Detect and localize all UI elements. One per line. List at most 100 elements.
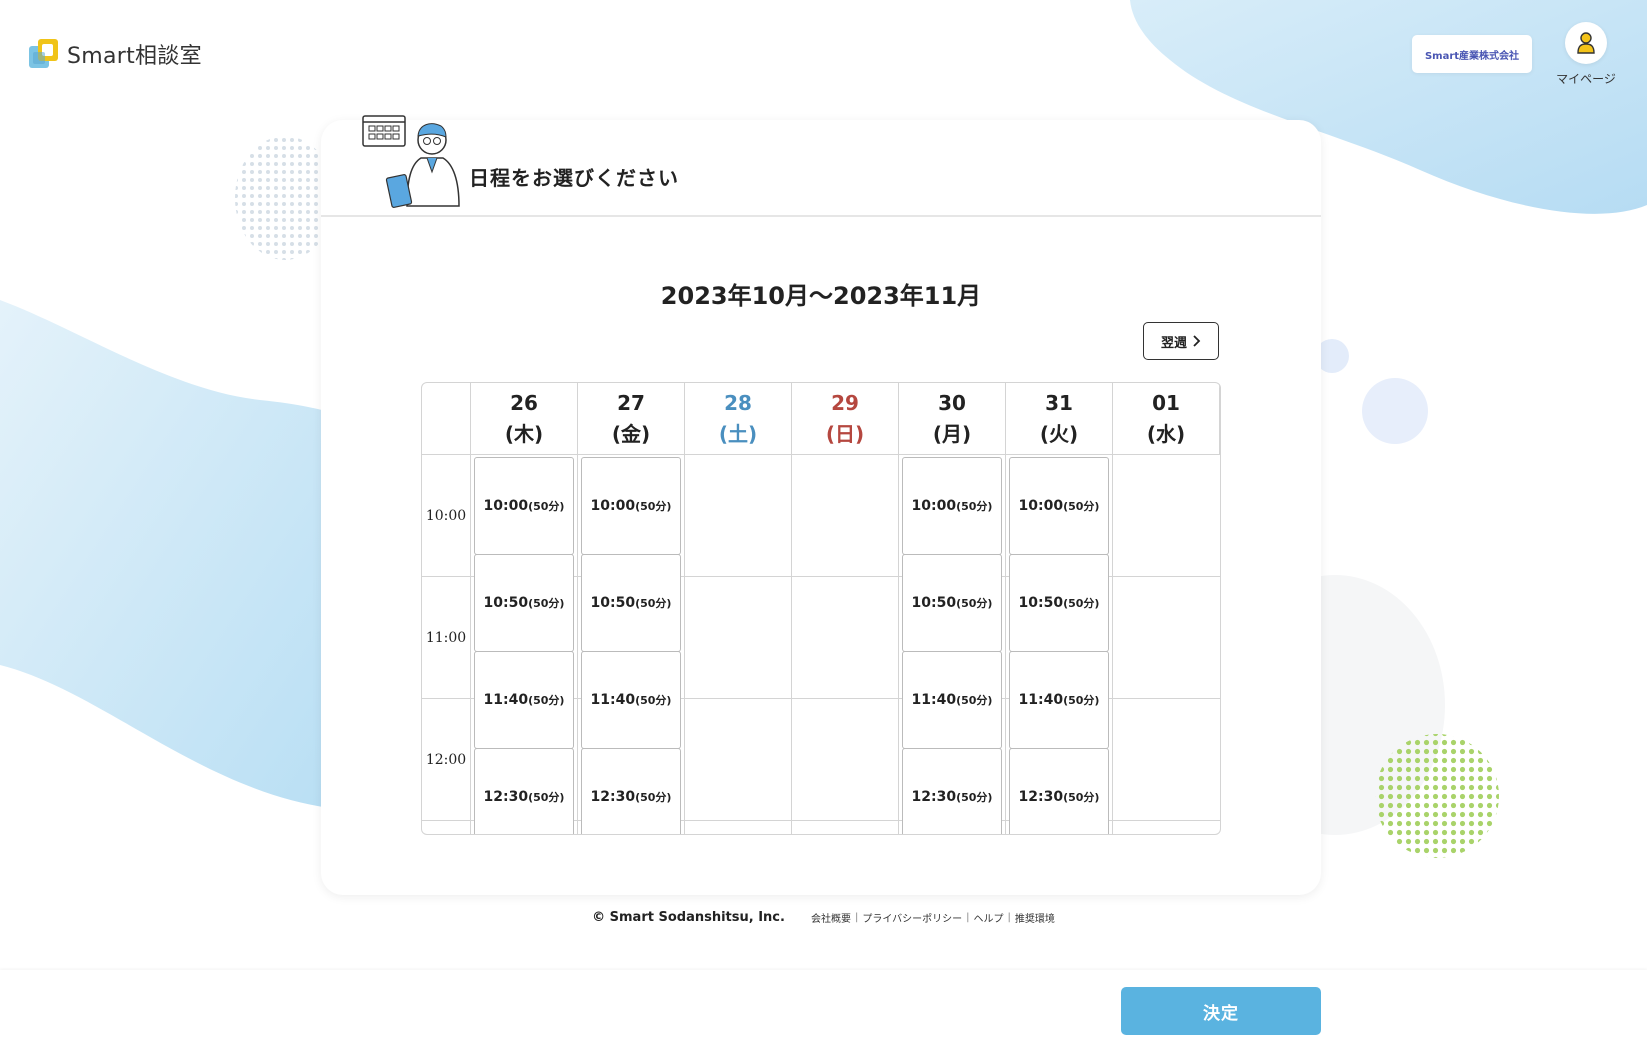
slot-duration: (50分) <box>635 694 672 707</box>
slot-time: 10:00 <box>911 498 957 514</box>
time-slot[interactable]: 11:40 (50分) <box>474 651 574 749</box>
slot-time: 10:00 <box>483 498 529 514</box>
confirm-button[interactable]: 決定 <box>1121 987 1321 1035</box>
day-column <box>685 455 792 834</box>
page-title: 日程をお選びください <box>469 166 679 190</box>
slot-time: 11:40 <box>1018 692 1064 708</box>
hour-gridline <box>792 698 898 699</box>
day-header: 29 (日) <box>792 383 899 455</box>
app-logo[interactable]: Smart相談室 <box>27 36 202 72</box>
footer-link-help[interactable]: ヘルプ <box>974 910 1004 925</box>
day-column: 10:00 (50分) 10:50 (50分) 11:40 (50分) 12:30 (50分) <box>1006 455 1113 834</box>
time-slot[interactable]: 10:00 (50分) <box>902 457 1002 555</box>
hour-gridline <box>1113 576 1220 577</box>
day-date: 29 <box>831 390 859 415</box>
slot-time: 12:30 <box>911 789 957 805</box>
mypage-button[interactable]: マイページ <box>1553 22 1619 87</box>
period-title: 2023年10月～2023年11月 <box>660 282 982 310</box>
slot-time: 11:40 <box>483 692 529 708</box>
day-date: 27 <box>617 390 645 415</box>
slot-time: 10:00 <box>1018 498 1064 514</box>
time-slot[interactable]: 11:40 (50分) <box>581 651 681 749</box>
next-week-button[interactable]: 翌週 <box>1143 322 1219 360</box>
slot-time: 11:40 <box>590 692 636 708</box>
time-slot[interactable]: 12:30 (50分) <box>1009 748 1109 834</box>
slot-duration: (50分) <box>635 500 672 513</box>
time-label: 10:00 <box>422 455 470 577</box>
day-weekday: (木) <box>504 421 544 446</box>
slot-time: 10:50 <box>911 595 957 611</box>
time-slot[interactable]: 10:00 (50分) <box>581 457 681 555</box>
day-weekday: (水) <box>1146 421 1186 446</box>
time-column: 10:00 11:00 12:00 <box>422 455 471 834</box>
day-date: 30 <box>938 390 966 415</box>
time-slot[interactable]: 11:40 (50分) <box>902 651 1002 749</box>
slot-time: 10:50 <box>1018 595 1064 611</box>
slot-time: 11:40 <box>911 692 957 708</box>
footer-link-privacy[interactable]: プライバシーポリシー <box>862 910 962 925</box>
slot-duration: (50分) <box>635 597 672 610</box>
calendar-grid: 26 (木) 27 (金) 28 (土) 29 (日) 30 (月) 31 (火) 01 (水) 10:00… <box>421 382 1221 835</box>
logo-text: Smart相談室 <box>67 44 202 69</box>
doctor-calendar-illustration <box>362 115 460 208</box>
footer-link-company[interactable]: 会社概要 <box>811 910 851 925</box>
time-slot[interactable]: 10:50 (50分) <box>581 554 681 652</box>
next-week-label: 翌週 <box>1160 335 1187 351</box>
time-slot[interactable]: 10:00 (50分) <box>474 457 574 555</box>
time-slot[interactable]: 10:50 (50分) <box>902 554 1002 652</box>
footer: © Smart Sodanshitsu, Inc. 会社概要 | プライバシーポ… <box>0 910 1647 925</box>
slot-duration: (50分) <box>1063 500 1100 513</box>
footer-links: 会社概要 | プライバシーポリシー | ヘルプ | 推奨環境 <box>811 910 1055 925</box>
bottom-action-bar: 決定 <box>0 970 1647 1045</box>
slot-time: 10:50 <box>483 595 529 611</box>
slot-time: 12:30 <box>1018 789 1064 805</box>
day-weekday: (金) <box>611 421 651 446</box>
time-label: 11:00 <box>422 577 470 699</box>
hour-gridline <box>685 576 791 577</box>
slot-time: 12:30 <box>590 789 636 805</box>
hour-gridline <box>1113 698 1220 699</box>
slot-duration: (50分) <box>1063 597 1100 610</box>
time-slot[interactable]: 12:30 (50分) <box>581 748 681 834</box>
day-date: 31 <box>1045 390 1073 415</box>
day-column <box>1113 455 1220 834</box>
day-header: 28 (土) <box>685 383 792 455</box>
schedule-card: 日程をお選びください 2023年10月～2023年11月 翌週 26 (木) 27 (… <box>321 115 1321 895</box>
day-column <box>792 455 899 834</box>
copyright: © Smart Sodanshitsu, Inc. <box>592 910 785 925</box>
avatar <box>1565 22 1607 64</box>
time-slot[interactable]: 10:00 (50分) <box>1009 457 1109 555</box>
day-weekday: (日) <box>825 421 865 446</box>
time-slot[interactable]: 12:30 (50分) <box>474 748 574 834</box>
hour-gridline <box>685 820 791 821</box>
footer-link-environment[interactable]: 推奨環境 <box>1015 910 1055 925</box>
hour-gridline <box>685 698 791 699</box>
slot-duration: (50分) <box>956 500 993 513</box>
time-slot[interactable]: 11:40 (50分) <box>1009 651 1109 749</box>
day-column: 10:00 (50分) 10:50 (50分) 11:40 (50分) 12:30 (50分) <box>899 455 1006 834</box>
company-badge: Smart産業株式会社 <box>1412 35 1532 73</box>
slot-duration: (50分) <box>528 791 565 804</box>
calendar-corner <box>422 383 471 455</box>
slot-time: 10:00 <box>590 498 636 514</box>
time-slot[interactable]: 10:50 (50分) <box>474 554 574 652</box>
slot-duration: (50分) <box>956 597 993 610</box>
day-date: 01 <box>1152 390 1180 415</box>
day-header: 26 (木) <box>471 383 578 455</box>
time-slot[interactable]: 12:30 (50分) <box>902 748 1002 834</box>
day-header: 31 (火) <box>1006 383 1113 455</box>
day-header: 30 (月) <box>899 383 1006 455</box>
hour-gridline <box>792 820 898 821</box>
slot-time: 10:50 <box>590 595 636 611</box>
time-slot[interactable]: 10:50 (50分) <box>1009 554 1109 652</box>
footer-separator: | <box>854 912 859 923</box>
day-date: 26 <box>510 390 538 415</box>
slot-duration: (50分) <box>1063 791 1100 804</box>
day-date: 28 <box>724 390 752 415</box>
day-column: 10:00 (50分) 10:50 (50分) 11:40 (50分) 12:30 (50分) <box>471 455 578 834</box>
day-weekday: (土) <box>718 421 758 446</box>
day-header: 01 (水) <box>1113 383 1220 455</box>
slot-duration: (50分) <box>1063 694 1100 707</box>
day-column: 10:00 (50分) 10:50 (50分) 11:40 (50分) 12:30 (50分) <box>578 455 685 834</box>
footer-separator: | <box>1007 912 1011 923</box>
